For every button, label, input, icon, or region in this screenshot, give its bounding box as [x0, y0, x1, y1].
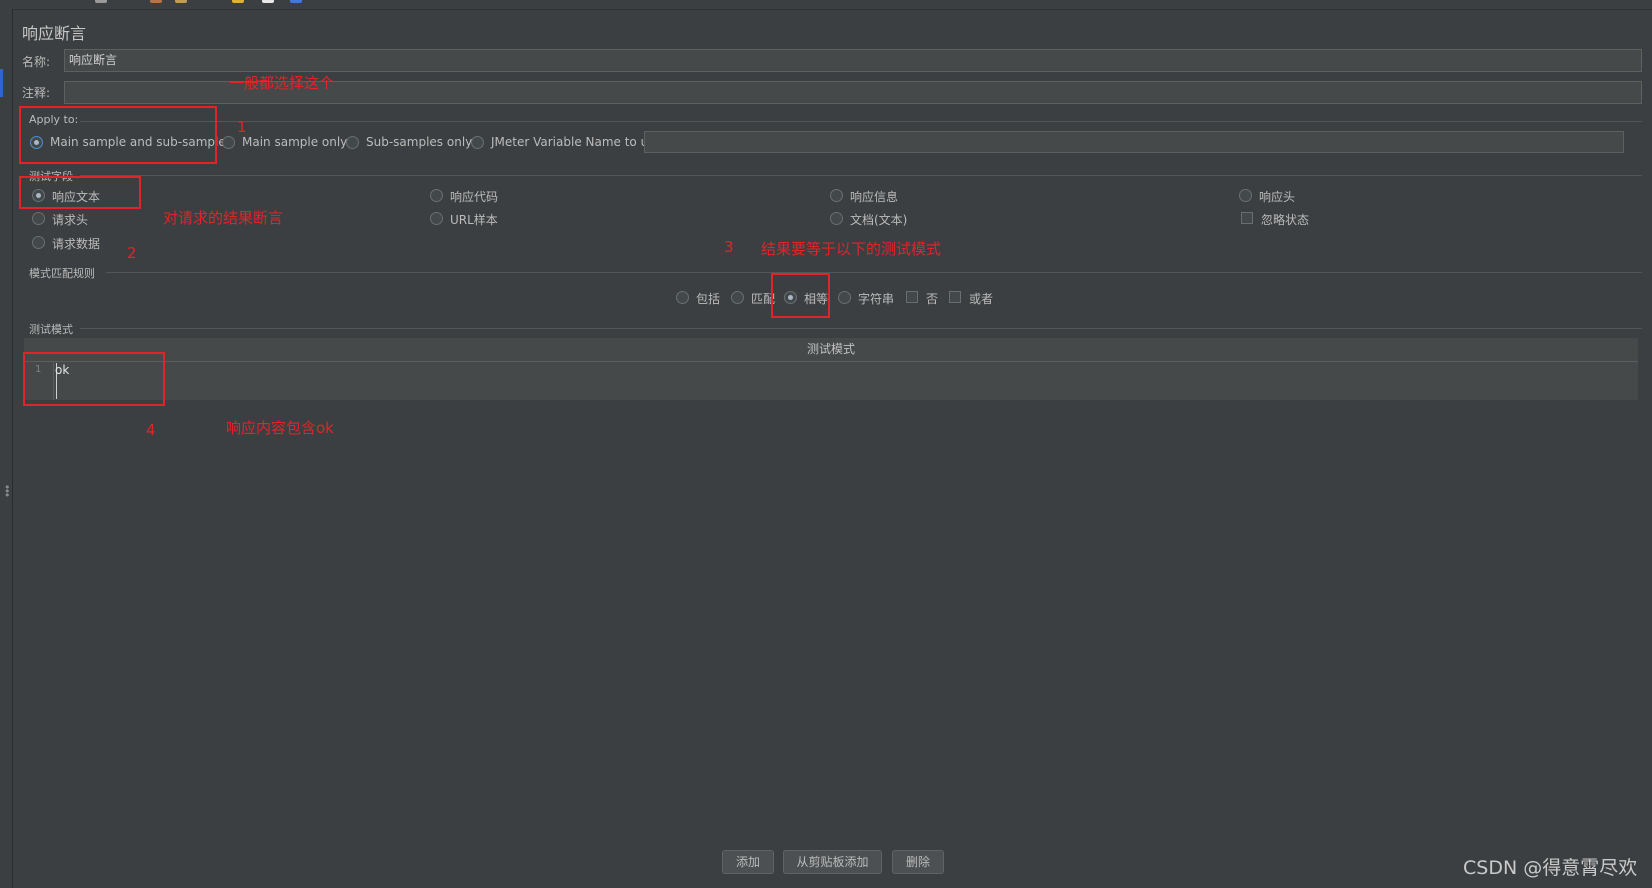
- option-label: URL样本: [450, 213, 498, 227]
- option-label: 或者: [969, 292, 994, 306]
- checkbox-icon[interactable]: [1241, 212, 1253, 224]
- annotation-number-3: 3: [724, 238, 734, 256]
- option-label: Main sample only: [242, 135, 348, 149]
- rule-substring-radio[interactable]: 字符串: [838, 291, 894, 307]
- option-label: 响应代码: [450, 190, 499, 204]
- annotation-box-equals: [771, 273, 830, 318]
- annotation-box-pattern: [23, 352, 165, 406]
- radio-icon[interactable]: [830, 212, 843, 225]
- patterns-table[interactable]: 1 ok: [24, 362, 1638, 400]
- toolbar-strip: [0, 0, 1652, 10]
- toolbar-icon[interactable]: [150, 0, 162, 3]
- option-label: Sub-samples only: [366, 135, 473, 149]
- radio-icon[interactable]: [830, 189, 843, 202]
- radio-icon[interactable]: [32, 212, 45, 225]
- radio-icon[interactable]: [346, 136, 359, 149]
- add-button[interactable]: 添加: [722, 850, 774, 874]
- apply-main-only-radio[interactable]: Main sample only: [222, 135, 347, 152]
- toolbar-icon[interactable]: [95, 0, 107, 3]
- option-label: 忽略状态: [1261, 213, 1310, 227]
- splitter-grip-icon[interactable]: • • •: [4, 482, 11, 501]
- field-response-code-radio[interactable]: 响应代码: [430, 189, 498, 205]
- delete-button[interactable]: 删除: [892, 850, 944, 874]
- option-label: 否: [926, 292, 939, 306]
- option-label: 包括: [696, 292, 721, 306]
- radio-icon[interactable]: [838, 291, 851, 304]
- option-label: 文档(文本): [850, 213, 908, 227]
- option-label: 请求数据: [52, 237, 101, 251]
- field-request-data-radio[interactable]: 请求数据: [32, 236, 100, 252]
- patterns-column-header[interactable]: 测试模式: [24, 338, 1638, 362]
- option-label: 字符串: [858, 292, 895, 306]
- field-document-text-radio[interactable]: 文档(文本): [830, 212, 907, 228]
- radio-icon[interactable]: [731, 291, 744, 304]
- apply-to-divider: [80, 121, 1642, 122]
- panel-title: 响应断言: [22, 24, 87, 43]
- add-from-clipboard-button[interactable]: 从剪贴板添加: [783, 850, 882, 874]
- option-label: 响应信息: [850, 190, 899, 204]
- match-rule-divider: [106, 272, 1642, 273]
- comment-label: 注释:: [22, 86, 51, 100]
- toolbar-icon[interactable]: [232, 0, 244, 3]
- annotation-number-1: 1: [237, 118, 247, 136]
- rule-contains-radio[interactable]: 包括: [676, 291, 720, 307]
- field-response-message-radio[interactable]: 响应信息: [830, 189, 898, 205]
- field-response-headers-radio[interactable]: 响应头: [1239, 189, 1295, 205]
- annotation-box-apply-to: [19, 106, 217, 164]
- annotation-number-2: 2: [127, 244, 137, 262]
- apply-jmeter-variable-radio[interactable]: JMeter Variable Name to use: [471, 135, 662, 152]
- option-label: 响应头: [1259, 190, 1296, 204]
- radio-icon[interactable]: [430, 212, 443, 225]
- patterns-divider: [80, 328, 1642, 329]
- toolbar-icon[interactable]: [175, 0, 187, 3]
- annotation-text-3: 结果要等于以下的测试模式: [761, 240, 942, 258]
- option-label: JMeter Variable Name to use: [491, 135, 662, 149]
- option-label: 请求头: [52, 213, 89, 227]
- field-url-sample-radio[interactable]: URL样本: [430, 212, 498, 228]
- name-field[interactable]: 响应断言: [64, 49, 1642, 72]
- checkbox-icon[interactable]: [906, 291, 918, 303]
- csdn-watermark: CSDN @得意霄尽欢: [1463, 857, 1638, 879]
- radio-icon[interactable]: [676, 291, 689, 304]
- selection-marker: [0, 69, 3, 97]
- checkbox-icon[interactable]: [949, 291, 961, 303]
- annotation-text-4: 响应内容包含ok: [226, 419, 334, 437]
- left-tree-divider[interactable]: • • •: [0, 9, 13, 888]
- toolbar-icon[interactable]: [290, 0, 302, 3]
- annotation-text-1: 一般都选择这个: [229, 74, 335, 92]
- annotation-number-4: 4: [146, 421, 156, 439]
- toolbar-icon[interactable]: [262, 0, 274, 3]
- patterns-legend: 测试模式: [29, 323, 73, 336]
- radio-icon[interactable]: [222, 136, 235, 149]
- annotation-box-test-field: [19, 176, 141, 209]
- match-rule-legend: 模式匹配规则: [29, 267, 95, 280]
- rule-matches-radio[interactable]: 匹配: [731, 291, 775, 307]
- name-label: 名称:: [22, 55, 51, 69]
- field-request-headers-radio[interactable]: 请求头: [32, 212, 88, 228]
- radio-icon[interactable]: [430, 189, 443, 202]
- radio-icon[interactable]: [32, 236, 45, 249]
- jmeter-variable-field[interactable]: [644, 131, 1624, 153]
- test-field-divider: [80, 175, 1642, 176]
- annotation-text-2: 对请求的结果断言: [163, 209, 284, 227]
- radio-icon[interactable]: [471, 136, 484, 149]
- apply-sub-only-radio[interactable]: Sub-samples only: [346, 135, 472, 152]
- radio-icon[interactable]: [1239, 189, 1252, 202]
